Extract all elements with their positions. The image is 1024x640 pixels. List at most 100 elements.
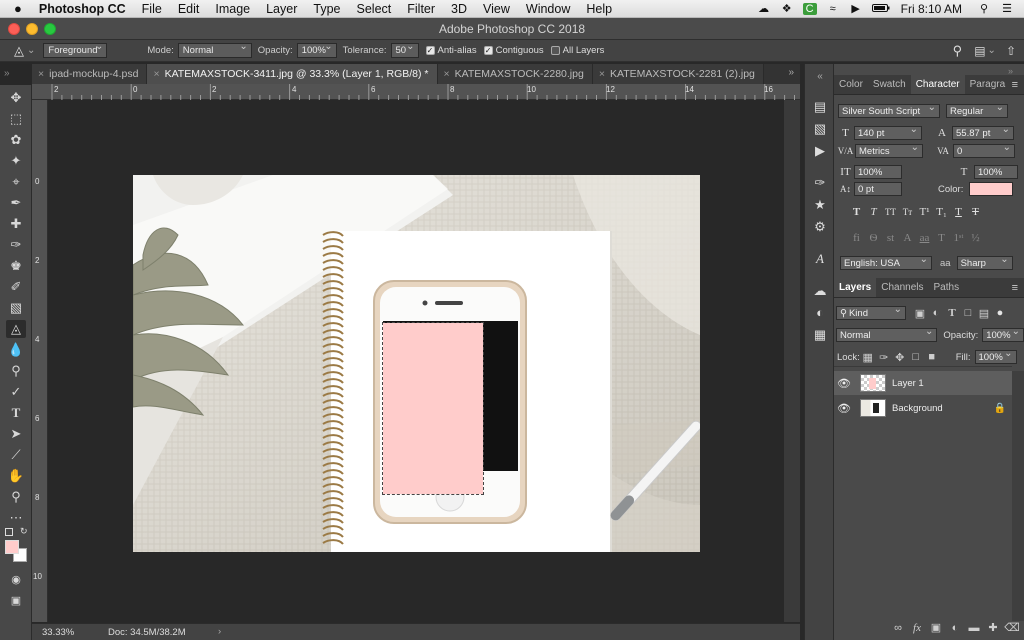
trash-icon[interactable]: ⌫ — [1004, 621, 1020, 634]
paint-bucket-preset-icon[interactable]: ◬ — [14, 43, 24, 59]
zoom-tool-icon[interactable]: ⚲ — [6, 488, 26, 506]
tab-paragraph[interactable]: Paragra — [965, 75, 1011, 94]
more-tabs-icon[interactable]: » — [788, 64, 800, 84]
menu-edit[interactable]: Edit — [170, 2, 208, 16]
opacity-field[interactable]: 100% — [296, 41, 337, 58]
layer-row-background[interactable]: 👁 Background 🔒 — [834, 396, 1012, 420]
lock-all-icon[interactable]: ■ — [924, 351, 940, 363]
tab-paths[interactable]: Paths — [929, 278, 965, 297]
dropbox-icon[interactable]: ❖ — [780, 3, 794, 15]
chevron-down-icon[interactable]: ⌄ — [27, 45, 35, 56]
line-tool-icon[interactable]: ⟋ — [6, 446, 26, 464]
fill-source-select[interactable]: Foreground — [43, 41, 108, 58]
tab-channels[interactable]: Channels — [876, 278, 928, 297]
panel-menu-icon[interactable]: ≡ — [1012, 278, 1024, 297]
magic-wand-tool-icon[interactable]: ✦ — [6, 152, 26, 170]
blend-mode-select[interactable]: Normal — [836, 326, 938, 342]
eye-icon[interactable]: 👁 — [834, 402, 854, 415]
layer-filter-select[interactable]: ⚲ Kind — [836, 304, 906, 320]
expand-panels-icon[interactable]: « — [811, 68, 829, 86]
language-select[interactable]: English: USA — [840, 254, 932, 270]
pink-fill-selection[interactable] — [382, 322, 484, 495]
menu-view[interactable]: View — [475, 2, 518, 16]
mode-select[interactable]: Normal — [177, 41, 252, 58]
menu-help[interactable]: Help — [578, 2, 620, 16]
anti-alias-checkbox[interactable]: ✓ Anti-alias — [425, 45, 477, 56]
swash-icon[interactable]: A — [899, 232, 916, 244]
antialias-select[interactable]: Sharp — [956, 254, 1013, 270]
all-caps-icon[interactable]: TT — [882, 207, 899, 217]
fractions-icon[interactable]: ½ — [967, 232, 984, 244]
tab-document[interactable]: × KATEMAXSTOCK-2280.jpg — [437, 64, 593, 84]
properties-panel-icon[interactable]: ▧ — [811, 120, 829, 138]
filter-toggle-icon[interactable]: ● — [992, 307, 1008, 319]
eye-icon[interactable]: 👁 — [834, 377, 854, 390]
marquee-tool-icon[interactable]: ⬚ — [6, 110, 26, 128]
status-menu-icon[interactable]: › — [218, 626, 221, 637]
menu-type[interactable]: Type — [305, 2, 348, 16]
path-selection-tool-icon[interactable]: ➤ — [6, 425, 26, 443]
collapse-toolbar-icon[interactable]: » — [4, 68, 10, 79]
contextual-alt-icon[interactable]: Ѳ — [865, 232, 882, 244]
link-layers-icon[interactable]: ∞ — [890, 622, 906, 634]
lock-position-icon[interactable]: ✥ — [892, 351, 908, 364]
horizontal-scale-field[interactable]: 100% — [974, 165, 1018, 179]
layer-row-layer-1[interactable]: 👁 Layer 1 — [834, 371, 1012, 395]
leading-field[interactable]: 55.87 pt — [952, 124, 1014, 140]
dodge-tool-icon[interactable]: ⚲ — [6, 362, 26, 380]
filter-smart-icon[interactable]: ▤ — [976, 307, 992, 320]
vertical-scrollbar[interactable] — [784, 100, 800, 622]
menu-file[interactable]: File — [134, 2, 170, 16]
navigator-panel-icon[interactable]: ▦ — [811, 326, 829, 344]
tab-swatches[interactable]: Swatch — [868, 75, 911, 94]
subscript-icon[interactable]: T₁ — [933, 206, 950, 218]
tab-character[interactable]: Character — [910, 75, 965, 94]
layer-name[interactable]: Background — [892, 403, 943, 414]
tab-color[interactable]: Color — [834, 75, 868, 94]
menu-layer[interactable]: Layer — [258, 2, 305, 16]
quick-mask-icon[interactable]: ◉ — [6, 571, 26, 589]
apple-menu-icon[interactable]: ● — [0, 1, 31, 16]
screen-mode-icon[interactable]: ▣ — [6, 592, 26, 610]
volume-icon[interactable]: ▶ — [849, 3, 863, 15]
small-caps-icon[interactable]: Tт — [899, 207, 916, 217]
history-brush-tool-icon[interactable]: ✐ — [6, 278, 26, 296]
vertical-scale-field[interactable]: 100% — [854, 165, 902, 179]
superscript-icon[interactable]: T¹ — [916, 206, 933, 218]
tab-document-active[interactable]: × KATEMAXSTOCK-3411.jpg @ 33.3% (Layer 1,… — [147, 64, 438, 84]
hand-tool-icon[interactable]: ✋ — [6, 467, 26, 485]
menu-3d[interactable]: 3D — [443, 2, 475, 16]
font-size-field[interactable]: 140 pt — [854, 124, 922, 140]
kerning-select[interactable]: Metrics — [855, 142, 923, 158]
eraser-tool-icon[interactable]: ▧ — [6, 299, 26, 317]
paint-bucket-tool-icon[interactable]: ◬ — [6, 320, 26, 338]
tracking-select[interactable]: 0 — [953, 142, 1015, 158]
lock-image-icon[interactable]: ✑ — [876, 351, 892, 364]
tab-document[interactable]: × KATEMAXSTOCK-2281 (2).jpg — [592, 64, 764, 84]
tolerance-field[interactable]: 50 — [390, 41, 419, 58]
close-tab-icon[interactable]: × — [599, 68, 605, 80]
close-tab-icon[interactable]: × — [38, 68, 44, 80]
lock-icon[interactable]: 🔒 — [994, 403, 1006, 414]
ligatures-icon[interactable]: fi — [848, 232, 865, 244]
layers-scrollbar[interactable] — [1012, 371, 1024, 621]
faux-italic-icon[interactable]: T — [865, 206, 882, 218]
layer-opacity-field[interactable]: 100% — [982, 326, 1024, 342]
app-menu[interactable]: Photoshop CC — [31, 2, 134, 16]
chevron-down-icon[interactable]: ⌄ — [988, 45, 996, 56]
history-panel-icon[interactable]: ▤ — [811, 98, 829, 116]
spotlight-icon[interactable]: ⚲ — [977, 3, 991, 15]
baseline-shift-field[interactable]: 0 pt — [854, 182, 902, 196]
libraries-panel-icon[interactable]: ☁ — [811, 282, 829, 300]
adjustments-panel-icon[interactable]: ⚙ — [811, 218, 829, 236]
close-tab-icon[interactable]: × — [153, 68, 159, 80]
styles-panel-icon[interactable]: ◐ — [811, 304, 829, 322]
filter-shape-icon[interactable]: □ — [960, 307, 976, 319]
healing-brush-tool-icon[interactable]: ✚ — [6, 215, 26, 233]
faux-bold-icon[interactable]: T — [848, 206, 865, 218]
pen-tool-icon[interactable]: ✓ — [6, 383, 26, 401]
default-colors-icon[interactable] — [5, 528, 13, 536]
notifications-icon[interactable]: ☰ — [1000, 3, 1014, 15]
clone-stamp-tool-icon[interactable]: ♚ — [6, 257, 26, 275]
menu-window[interactable]: Window — [518, 2, 578, 16]
